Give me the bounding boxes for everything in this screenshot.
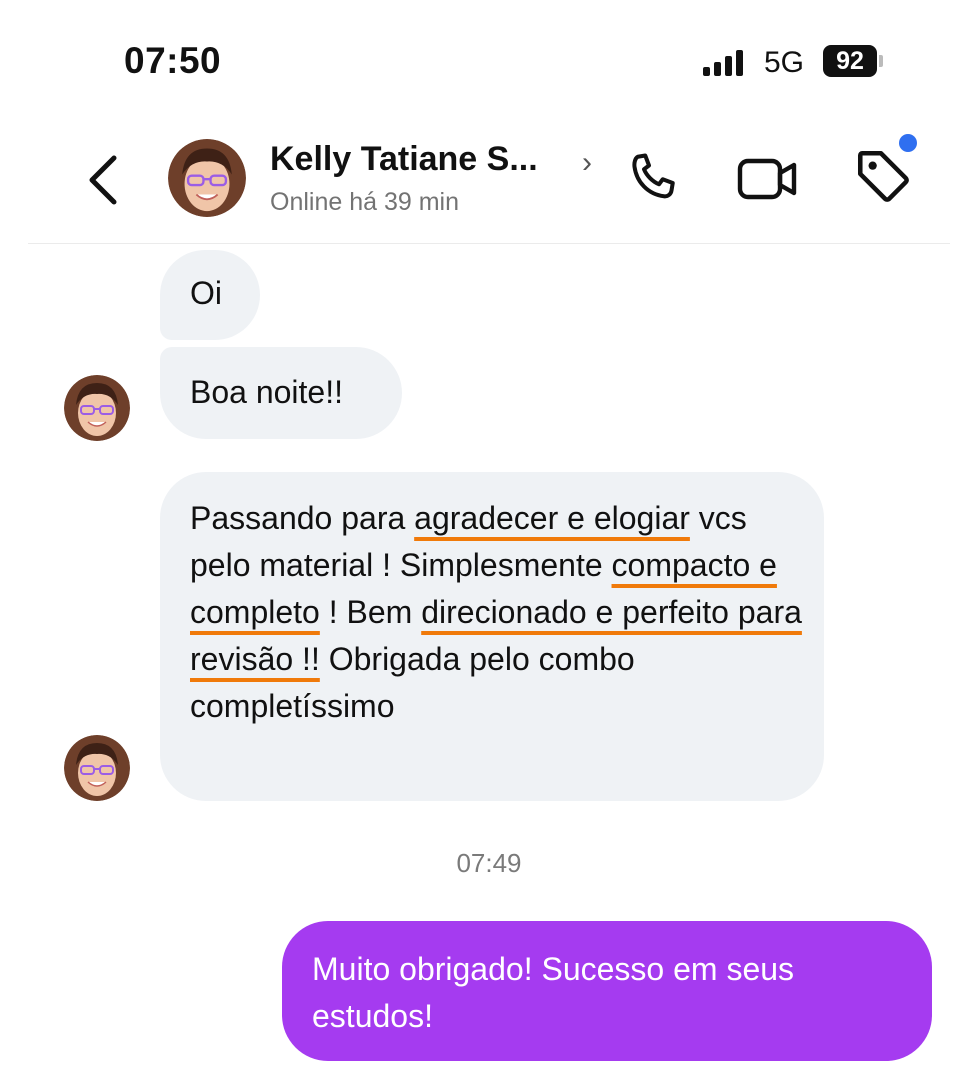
battery-icon: 92 xyxy=(823,45,885,77)
outgoing-message[interactable]: Muito obrigado! Sucesso em seus estudos! xyxy=(282,921,932,1061)
notification-dot xyxy=(899,134,917,152)
status-time: 07:50 xyxy=(124,40,222,81)
signal-icon xyxy=(703,50,745,76)
sender-avatar[interactable] xyxy=(64,735,130,801)
video-camera-icon[interactable] xyxy=(736,150,800,208)
message-text: Passando para agradecer e elogiar vcs pe… xyxy=(190,500,802,724)
contact-avatar[interactable] xyxy=(168,139,246,217)
message-timestamp: 07:49 xyxy=(456,848,522,878)
header-divider xyxy=(28,243,950,244)
incoming-message[interactable]: Oi xyxy=(160,250,260,340)
back-chevron-icon[interactable] xyxy=(84,150,124,210)
highlighted-phrase: agradecer e elogiar xyxy=(414,500,690,536)
battery-level: 92 xyxy=(823,45,877,77)
sender-avatar[interactable] xyxy=(64,375,130,441)
chevron-right-icon[interactable]: › xyxy=(582,146,592,180)
network-type: 5G xyxy=(764,46,805,79)
incoming-message[interactable]: Passando para agradecer e elogiar vcs pe… xyxy=(160,472,824,801)
phone-icon[interactable] xyxy=(624,148,684,208)
tag-icon[interactable] xyxy=(852,145,914,207)
presence-status: Online há 39 min xyxy=(270,188,460,216)
incoming-message[interactable]: Boa noite!! xyxy=(160,347,402,439)
contact-name[interactable]: Kelly Tatiane S... xyxy=(270,140,538,179)
